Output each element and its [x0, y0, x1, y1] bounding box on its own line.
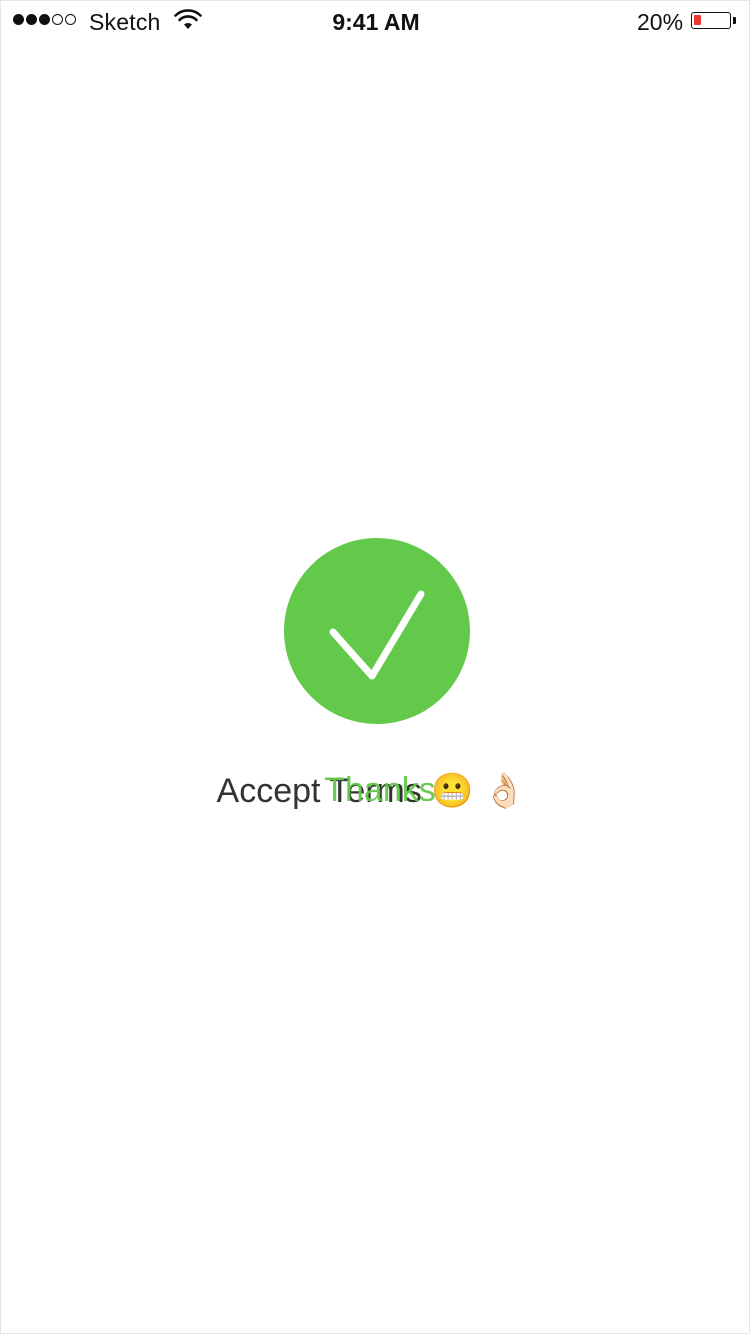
- battery-terminal: [733, 17, 736, 24]
- status-bar: Sketch 9:41 AM 20%: [1, 1, 750, 41]
- message-area: Accept Terms 😬 👌🏻 Thanks: [1, 771, 750, 821]
- success-badge: [284, 538, 470, 724]
- thanks-text: Thanks: [324, 771, 436, 809]
- checkmark-icon: [329, 590, 425, 680]
- screen: Sketch 9:41 AM 20% Accept Terms 😬 👌🏻 Tha…: [0, 0, 750, 1334]
- battery-percentage: 20%: [637, 9, 684, 35]
- battery-level: [694, 15, 701, 25]
- battery-icon: [691, 12, 731, 29]
